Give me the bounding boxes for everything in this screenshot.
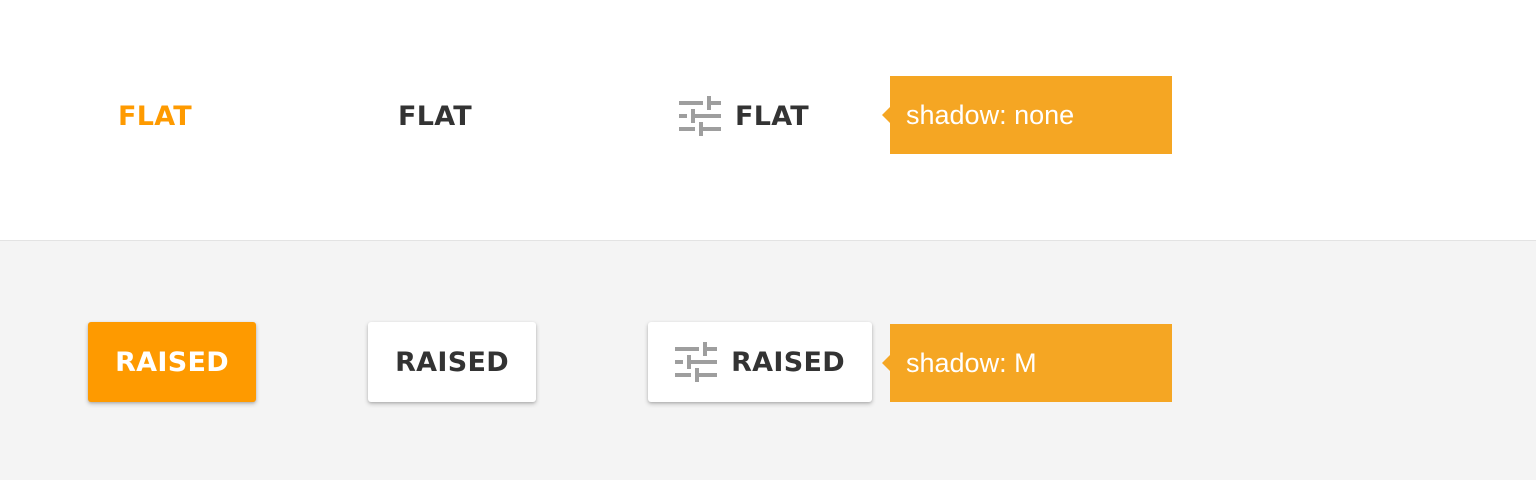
flat-primary-button[interactable]: FLAT [88,76,222,156]
tune-sliders-icon [675,342,718,382]
raised-primary-button[interactable]: RAISED [88,322,256,402]
flat-primary-button-label: FLAT [117,100,193,132]
flat-buttons-section: FLAT FLAT FLAT shadow: none [0,0,1536,240]
flat-icon-button-label: FLAT [734,100,810,132]
raised-primary-button-label: RAISED [115,346,229,378]
shadow-m-tooltip: shadow: M [882,324,1172,402]
raised-icon-button-label: RAISED [731,346,845,378]
shadow-none-tooltip: shadow: none [882,76,1172,154]
flat-default-button-label: FLAT [397,100,473,132]
flat-icon-button[interactable]: FLAT [664,76,824,156]
raised-buttons-section: RAISED RAISED RAISED shadow: M [0,240,1536,480]
raised-default-button-label: RAISED [395,346,509,378]
flat-default-button[interactable]: FLAT [368,76,502,156]
shadow-m-tooltip-text: shadow: M [906,347,1037,378]
raised-default-button[interactable]: RAISED [368,322,536,402]
shadow-none-tooltip-text: shadow: none [906,99,1075,130]
raised-icon-button[interactable]: RAISED [648,322,872,402]
tune-sliders-icon [678,96,721,136]
